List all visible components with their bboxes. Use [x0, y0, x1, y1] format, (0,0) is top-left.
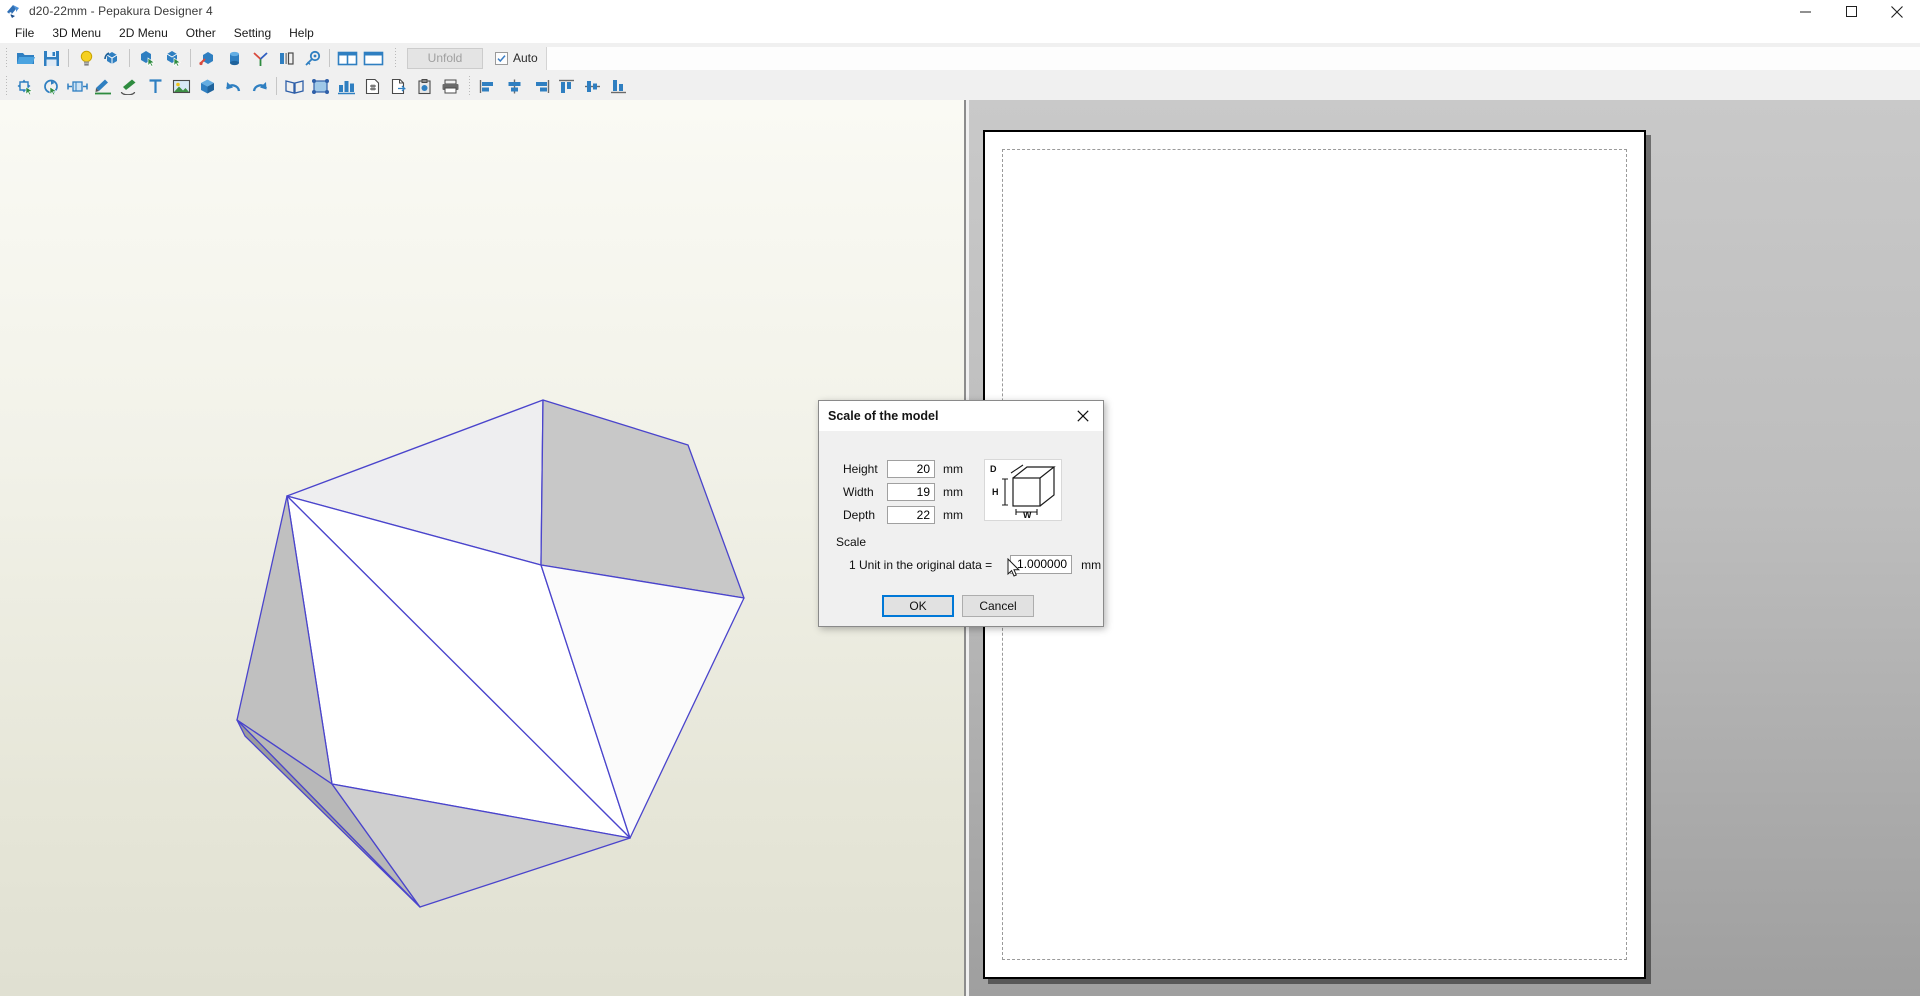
scale-section-label: Scale [836, 535, 867, 549]
height-label: Height [843, 462, 878, 476]
save-file-button[interactable] [38, 46, 64, 70]
pepakura-app-icon [6, 3, 22, 19]
scale-piece-button[interactable] [64, 74, 90, 98]
window-title: d20-22mm - Pepakura Designer 4 [29, 4, 213, 18]
checkbox-check-icon [495, 51, 508, 65]
solid-model-button[interactable] [194, 74, 220, 98]
align-middle-button[interactable] [579, 74, 605, 98]
depth-label: Depth [843, 508, 876, 522]
scale-unit-label: mm [1081, 557, 1102, 572]
unfold-map-button[interactable] [281, 74, 307, 98]
window-controls [1782, 0, 1920, 23]
align-bottom-button[interactable] [605, 74, 631, 98]
texture-button[interactable] [299, 46, 325, 70]
width-input[interactable]: 19 [887, 483, 935, 501]
scale-of-model-dialog[interactable]: Scale of the model Height 20 mm Width 19… [818, 400, 1104, 627]
dialog-title: Scale of the model [828, 408, 939, 423]
axis-button[interactable] [247, 46, 273, 70]
rotate-model-button[interactable] [99, 46, 125, 70]
menu-item-3d-menu[interactable]: 3D Menu [43, 24, 110, 43]
toolbar-separator [329, 49, 330, 67]
toolbar-grip[interactable] [392, 48, 399, 68]
width-field-row: Width 19 mm [843, 482, 963, 502]
window-titlebar: d20-22mm - Pepakura Designer 4 [0, 0, 1920, 23]
arrange-pieces-button[interactable] [333, 74, 359, 98]
menu-item-help[interactable]: Help [280, 24, 323, 43]
cylinder-button[interactable] [221, 46, 247, 70]
menu-item-setting[interactable]: Setting [225, 24, 280, 43]
add-text-button[interactable] [142, 74, 168, 98]
width-label: Width [843, 485, 874, 499]
scale-equation-label: 1 Unit in the original data = [849, 557, 993, 572]
unfold-button[interactable]: Unfold [407, 47, 483, 69]
toolbar-grip[interactable] [3, 76, 10, 96]
cancel-button[interactable]: Cancel [962, 595, 1034, 617]
toolbars: Unfold Auto [0, 43, 1920, 101]
fit-selection-button[interactable] [307, 74, 333, 98]
toolbar-separator [276, 77, 277, 95]
flip-button[interactable] [273, 46, 299, 70]
dialog-body: Height 20 mm Width 19 mm Depth 22 mm D H… [819, 431, 1103, 627]
toolbar-row-1: Unfold Auto [0, 44, 1920, 72]
clipboard-button[interactable] [411, 74, 437, 98]
toolbar-grip[interactable] [3, 48, 10, 68]
menu-item-file[interactable]: File [6, 24, 43, 43]
toolbar-separator [68, 49, 69, 67]
viewport-2d[interactable] [969, 100, 1920, 996]
depth-axis-label: D [990, 464, 997, 474]
toolbar-empty-area [545, 46, 1920, 70]
edit-line-button[interactable] [90, 74, 116, 98]
toolbar-separator [129, 49, 130, 67]
dialog-close-icon[interactable] [1063, 401, 1103, 430]
align-right-button[interactable] [527, 74, 553, 98]
depth-unit: mm [943, 508, 963, 522]
export-page-button[interactable] [385, 74, 411, 98]
cube-dimensions-diagram: D H W [984, 459, 1062, 521]
ok-button[interactable]: OK [882, 595, 954, 617]
menu-item-other[interactable]: Other [177, 24, 225, 43]
width-axis-label: W [1023, 510, 1032, 519]
redo-button[interactable] [246, 74, 272, 98]
undo-button[interactable] [220, 74, 246, 98]
height-axis-label: H [992, 487, 999, 497]
split-view-button[interactable] [334, 46, 360, 70]
erase-line-button[interactable] [116, 74, 142, 98]
close-button[interactable] [1874, 0, 1920, 23]
dialog-titlebar[interactable]: Scale of the model [819, 401, 1103, 431]
align-center-button[interactable] [501, 74, 527, 98]
toolbar-row-2 [0, 72, 1920, 100]
rotate-piece-button[interactable] [38, 74, 64, 98]
join-face-button[interactable] [195, 46, 221, 70]
print-button[interactable] [437, 74, 463, 98]
move-piece-button[interactable] [12, 74, 38, 98]
depth-input[interactable]: 22 [887, 506, 935, 524]
align-left-button[interactable] [475, 74, 501, 98]
select-face-button[interactable] [134, 46, 160, 70]
toolbar-grip[interactable] [466, 76, 473, 96]
height-unit: mm [943, 462, 963, 476]
toolbar-empty-area [631, 72, 1920, 100]
maximize-button[interactable] [1828, 0, 1874, 23]
scale-value-input[interactable]: 1.000000 [1010, 555, 1073, 574]
menubar: File 3D Menu 2D Menu Other Setting Help [0, 23, 1920, 43]
minimize-button[interactable] [1782, 0, 1828, 23]
select-group-button[interactable] [160, 46, 186, 70]
depth-field-row: Depth 22 mm [843, 505, 963, 525]
hint-light-button[interactable] [73, 46, 99, 70]
single-view-button[interactable] [360, 46, 386, 70]
scale-equation-row: 1 Unit in the original data = 1.000000 m… [849, 555, 1101, 574]
height-field-row: Height 20 mm [843, 459, 963, 479]
add-image-button[interactable] [168, 74, 194, 98]
width-unit: mm [943, 485, 963, 499]
toolbar-separator [190, 49, 191, 67]
menu-item-2d-menu[interactable]: 2D Menu [110, 24, 177, 43]
height-input[interactable]: 20 [887, 460, 935, 478]
auto-checkbox[interactable]: Auto [495, 51, 538, 65]
open-file-button[interactable] [12, 46, 38, 70]
auto-checkbox-label: Auto [513, 51, 538, 65]
page-number-button[interactable] [359, 74, 385, 98]
align-top-button[interactable] [553, 74, 579, 98]
